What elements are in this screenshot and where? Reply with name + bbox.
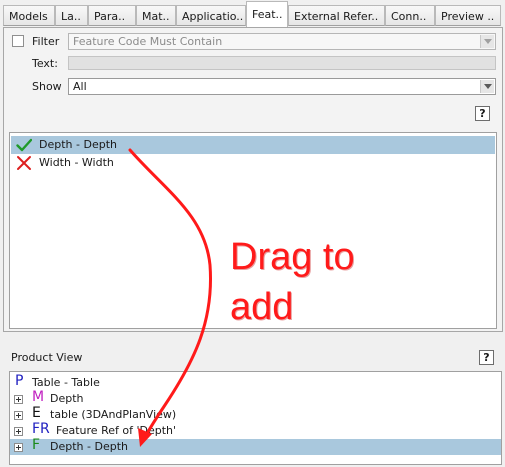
feature-ref-letter-icon: FR xyxy=(32,421,50,437)
tree-row-label: Depth xyxy=(50,392,84,405)
tree-row-label: Feature Ref of 'Depth' xyxy=(56,424,177,437)
annotation-line-2: add xyxy=(230,286,294,328)
drag-annotation: Drag to add xyxy=(230,232,355,332)
tab-bar: Models La.. Para.. Mat.. Applicatio.. Fe… xyxy=(0,0,505,28)
expand-icon[interactable] xyxy=(14,411,23,420)
chevron-down-icon[interactable] xyxy=(480,35,494,48)
tab-la[interactable]: La.. xyxy=(55,5,88,26)
show-select-value: All xyxy=(73,80,87,93)
text-label: Text: xyxy=(32,57,58,70)
list-item[interactable]: Depth - Depth xyxy=(11,136,495,154)
tab-para[interactable]: Para.. xyxy=(88,5,136,26)
text-field[interactable] xyxy=(68,56,496,70)
chevron-down-icon[interactable] xyxy=(480,80,494,93)
product-view-tree[interactable]: P Table - Table M Depth E table (3DAndPl… xyxy=(9,371,502,465)
tree-row-label: table (3DAndPlanView) xyxy=(50,408,177,421)
tree-row[interactable]: F Depth - Depth xyxy=(10,437,501,455)
tree-row-label: Depth - Depth xyxy=(50,440,128,453)
tab-mat[interactable]: Mat.. xyxy=(136,5,176,26)
tree-row[interactable]: M Depth xyxy=(10,389,501,407)
help-button[interactable]: ? xyxy=(475,106,490,121)
element-letter-icon: E xyxy=(32,405,41,421)
feature-code-combo[interactable]: Feature Code Must Contain xyxy=(68,33,496,50)
tree-row[interactable]: P Table - Table xyxy=(10,373,501,391)
expand-icon[interactable] xyxy=(14,427,23,436)
expand-icon[interactable] xyxy=(14,443,23,452)
list-item[interactable]: Width - Width xyxy=(11,154,495,172)
show-select[interactable]: All xyxy=(68,78,496,95)
product-view-help-button[interactable]: ? xyxy=(479,350,494,365)
feature-code-placeholder: Feature Code Must Contain xyxy=(73,35,223,48)
model-letter-icon: M xyxy=(32,389,45,405)
tab-preview[interactable]: Preview .. xyxy=(435,5,501,26)
product-letter-icon: P xyxy=(15,373,24,389)
cross-icon xyxy=(16,155,32,171)
check-icon xyxy=(16,137,33,153)
tab-features[interactable]: Feat.. xyxy=(246,1,288,28)
tab-external-references[interactable]: External Refer.. xyxy=(288,5,385,26)
filter-checkbox[interactable] xyxy=(12,35,24,47)
expand-icon[interactable] xyxy=(14,395,23,404)
tree-row-label: Table - Table xyxy=(32,376,100,389)
tab-connections[interactable]: Conn.. xyxy=(385,5,435,26)
show-label: Show xyxy=(32,80,62,93)
product-view-title: Product View xyxy=(11,351,83,364)
tree-row[interactable]: E table (3DAndPlanView) xyxy=(10,405,501,423)
list-item-label: Width - Width xyxy=(39,156,114,169)
tab-applicatio[interactable]: Applicatio.. xyxy=(176,5,246,26)
tab-models[interactable]: Models xyxy=(3,5,55,26)
product-view-header: Product View ? xyxy=(3,348,503,368)
filter-label: Filter xyxy=(32,35,60,48)
feature-letter-icon: F xyxy=(32,437,41,453)
list-item-label: Depth - Depth xyxy=(39,138,117,151)
annotation-line-1: Drag to xyxy=(230,236,355,278)
tree-row[interactable]: FR Feature Ref of 'Depth' xyxy=(10,421,501,439)
